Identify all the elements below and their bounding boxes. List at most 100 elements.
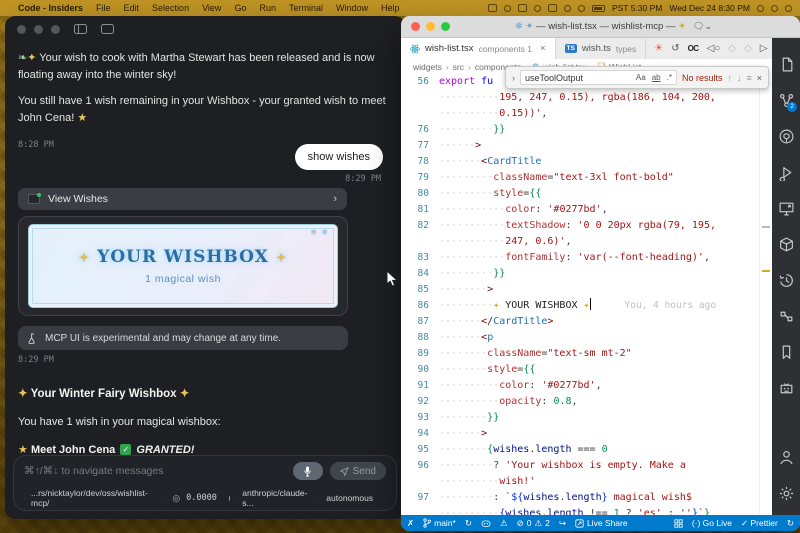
code-editor[interactable]: 56export fu··········195, 247, 0.15), rg… bbox=[401, 74, 759, 515]
code-line-92[interactable]: 92··········opacity: 0.8, bbox=[401, 394, 759, 410]
find-input[interactable]: useToolOutput Aa ab .* bbox=[520, 70, 677, 85]
code-line-86[interactable]: 86·········✦ YOUR WISHBOX ✦You, 4 hours … bbox=[401, 298, 759, 314]
code-line-wrap[interactable]: ···········247, 0.6)', bbox=[401, 234, 759, 250]
code-line-76[interactable]: 76·········}} bbox=[401, 122, 759, 138]
breadcrumb-item[interactable]: src bbox=[453, 62, 464, 72]
code-line-90[interactable]: 90········style={{ bbox=[401, 362, 759, 378]
code-line-89[interactable]: 89········className="text-sm mt-2" bbox=[401, 346, 759, 362]
camera-icon[interactable] bbox=[518, 4, 527, 12]
regex-toggle[interactable]: .* bbox=[667, 73, 672, 82]
code-line-88[interactable]: 88·······<p bbox=[401, 330, 759, 346]
wifi-icon[interactable] bbox=[578, 5, 585, 12]
code-line-95[interactable]: 95········{wishes.length === 0 bbox=[401, 442, 759, 458]
menu-item-view[interactable]: View bbox=[202, 3, 221, 13]
bluetooth-icon[interactable] bbox=[564, 5, 571, 12]
bookmark-icon[interactable] bbox=[772, 334, 800, 370]
send-button[interactable]: Send bbox=[330, 462, 386, 480]
find-collapse-icon[interactable]: › bbox=[512, 73, 515, 83]
code-line-wrap[interactable]: ··········0.15))', bbox=[401, 106, 759, 122]
tab-wish-ts[interactable]: TS wish.ts types bbox=[556, 38, 647, 59]
code-line-84[interactable]: 84·········}} bbox=[401, 266, 759, 282]
code-line-77[interactable]: 77······> bbox=[401, 138, 759, 154]
menu-item-edit[interactable]: Edit bbox=[124, 3, 140, 13]
code-line-91[interactable]: 91··········color: '#0277bd', bbox=[401, 378, 759, 394]
menu-item-go[interactable]: Go bbox=[234, 3, 246, 13]
alerts-icon[interactable]: ⚠ bbox=[500, 518, 508, 529]
tab-wish-list-tsx[interactable]: wish-list.tsx components 1 × bbox=[401, 38, 556, 59]
code-line-83[interactable]: 83···········fontFamily: 'var(--font-hea… bbox=[401, 250, 759, 266]
run-file-icon[interactable]: ▷ bbox=[760, 43, 768, 54]
find-next-icon[interactable]: ↓ bbox=[737, 73, 742, 83]
prev-change-icon[interactable]: ◇ bbox=[728, 43, 736, 54]
find-previous-icon[interactable]: ↑ bbox=[727, 73, 732, 83]
code-line-97[interactable]: 97·········: `${wishes.length} magical w… bbox=[401, 490, 759, 506]
timeline-clock-icon[interactable] bbox=[772, 262, 800, 298]
timezone-clock[interactable]: PST 5:30 PM bbox=[612, 3, 662, 13]
overview-ruler[interactable] bbox=[759, 74, 772, 515]
code-line-82[interactable]: 82···········textShadow: '0 0 20px rgba(… bbox=[401, 218, 759, 234]
mode-selector[interactable]: autonomous bbox=[326, 493, 373, 503]
menu-clock[interactable]: Wed Dec 24 8:30 PM bbox=[669, 3, 750, 13]
find-in-selection-icon[interactable]: ≡ bbox=[746, 73, 751, 83]
code-line-wrap[interactable]: ··········195, 247, 0.15), rgba(186, 104… bbox=[401, 90, 759, 106]
references-nodes-icon[interactable] bbox=[772, 298, 800, 334]
vscode-titlebar[interactable]: ❄ ✦ — wish-list.tsx — wishlist-mcp — ✦ 🗨… bbox=[401, 16, 800, 38]
code-line-85[interactable]: 85········> bbox=[401, 282, 759, 298]
menu-item-terminal[interactable]: Terminal bbox=[289, 3, 323, 13]
keyboard-icon[interactable] bbox=[548, 4, 557, 12]
find-close-icon[interactable]: × bbox=[757, 73, 762, 83]
code-line-81[interactable]: 81···········color: '#0277bd', bbox=[401, 202, 759, 218]
code-line-87[interactable]: 87·······</CardTitle> bbox=[401, 314, 759, 330]
account-icon[interactable] bbox=[772, 439, 800, 475]
chat-bubble-icon[interactable]: 🗨⌄ bbox=[693, 21, 712, 32]
menu-item-code-insiders[interactable]: Code - Insiders bbox=[18, 3, 83, 13]
explorer-file-icon[interactable] bbox=[772, 46, 800, 82]
info-icon[interactable] bbox=[504, 5, 511, 12]
match-case-toggle[interactable]: Aa bbox=[636, 73, 646, 82]
menu-item-run[interactable]: Run bbox=[259, 3, 276, 13]
github-icon[interactable] bbox=[772, 118, 800, 154]
git-branch[interactable]: main* bbox=[423, 518, 456, 528]
timeline-icon[interactable]: ↺ bbox=[671, 43, 679, 54]
paperclip-icon[interactable] bbox=[160, 493, 161, 504]
message-input[interactable]: ⌘↑/⌘↓ to navigate messages bbox=[24, 465, 163, 477]
menu-item-window[interactable]: Window bbox=[336, 3, 368, 13]
microphone-button[interactable] bbox=[293, 462, 323, 480]
remote-indicator[interactable]: ✗ bbox=[407, 518, 414, 529]
code-line-80[interactable]: 80·········style={{ bbox=[401, 186, 759, 202]
view-wishes-expander[interactable]: View Wishes › bbox=[18, 188, 347, 210]
go-live-button[interactable]: (·) Go Live bbox=[692, 518, 732, 528]
menu-item-file[interactable]: File bbox=[96, 3, 111, 13]
folder-icon[interactable] bbox=[24, 494, 25, 503]
code-line-78[interactable]: 78·······<CardTitle bbox=[401, 154, 759, 170]
code-line-94[interactable]: 94·······> bbox=[401, 426, 759, 442]
menu-item-selection[interactable]: Selection bbox=[152, 3, 189, 13]
user-icon[interactable] bbox=[757, 5, 764, 12]
whole-word-toggle[interactable]: ab bbox=[652, 73, 661, 82]
live-share-button[interactable]: Live Share bbox=[575, 518, 628, 528]
next-change-icon[interactable]: ◇ bbox=[744, 43, 752, 54]
close-button[interactable] bbox=[17, 25, 26, 34]
code-line-79[interactable]: 79·········className="text-3xl font-bold… bbox=[401, 170, 759, 186]
shield-pentagon-icon[interactable] bbox=[385, 493, 386, 503]
siri-icon[interactable] bbox=[771, 5, 778, 12]
menu-item-help[interactable]: Help bbox=[381, 3, 400, 13]
notifications-icon[interactable]: ↻ bbox=[787, 518, 794, 529]
feedback-icon[interactable]: ↪ bbox=[559, 518, 566, 529]
code-line-93[interactable]: 93········}} bbox=[401, 410, 759, 426]
wishbox-card[interactable]: ❄ ❄ ✦ YOUR WISHBOX ✦ 1 magical wish bbox=[28, 224, 338, 308]
problems-indicator[interactable]: ⊘0 ⚠2 bbox=[517, 518, 550, 529]
open-preview-icon[interactable]: ◁○ bbox=[707, 43, 721, 54]
open-changes-icon[interactable]: OC bbox=[688, 44, 699, 53]
find-widget[interactable]: › useToolOutput Aa ab .* No results ↑ ↓ … bbox=[505, 66, 769, 89]
code-line-wrap[interactable]: ··········wish!' bbox=[401, 474, 759, 490]
workspace-path[interactable]: ...rs/nicktaylor/dev/oss/wishlist-mcp/ bbox=[31, 488, 148, 508]
search-icon[interactable] bbox=[534, 5, 541, 12]
prettier-status[interactable]: ✓ Prettier bbox=[741, 518, 778, 529]
extensions-box-icon[interactable] bbox=[772, 226, 800, 262]
copilot-icon[interactable] bbox=[481, 519, 491, 528]
code-line-96[interactable]: 96·········? 'Your wishbox is empty. Mak… bbox=[401, 458, 759, 474]
panel-toggle-icon[interactable] bbox=[101, 24, 114, 34]
sidebar-toggle-icon[interactable] bbox=[74, 24, 87, 34]
run-debug-icon[interactable] bbox=[772, 154, 800, 190]
